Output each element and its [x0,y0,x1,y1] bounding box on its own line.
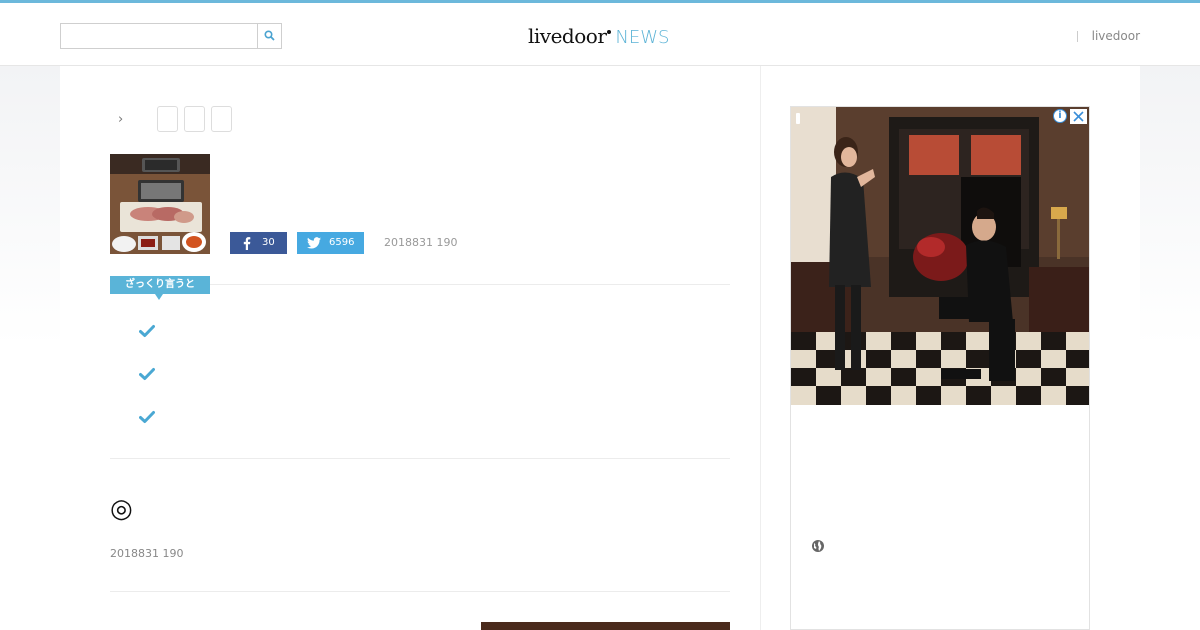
site-logo[interactable]: livedoor NEWS [528,24,669,50]
search-input[interactable] [61,24,257,48]
double-circle-symbol: ◎ [110,494,133,524]
summary-label-tail [155,294,163,300]
chevron-right-icon[interactable]: › [118,112,123,127]
check-icon [139,411,155,423]
top-header: livedoor NEWS livedoor [0,0,1200,66]
divider [110,591,730,592]
ad-image[interactable] [791,107,1089,405]
search-icon [264,30,275,41]
article-thumbnail[interactable] [110,154,210,254]
tweet-count: 6596 [329,237,355,248]
logo-news: NEWS [615,27,670,48]
like-count: 30 [262,237,275,248]
share-button[interactable] [157,106,178,132]
main-column [60,66,760,630]
logo-dot [607,30,612,34]
publish-date: 2018831 190 [384,236,458,249]
facebook-icon [243,237,251,250]
ad-marker [796,113,800,124]
divider [110,458,730,459]
check-icon [139,325,155,337]
related-article-thumbnail[interactable] [481,622,730,630]
summary-label-text: ざっくり言うと [125,279,195,290]
close-icon[interactable] [1070,109,1087,124]
share-button[interactable] [184,106,205,132]
facebook-like-button[interactable]: 30 [230,232,287,254]
globe-icon[interactable] [811,539,825,553]
twitter-icon [307,237,321,249]
info-icon[interactable]: i [1053,109,1067,123]
summary-label: ざっくり言うと [110,276,210,300]
logo-word: livedoor [528,24,607,48]
search-box [60,23,282,49]
search-button[interactable] [257,24,281,48]
share-button[interactable] [211,106,232,132]
header-divider [1077,31,1078,42]
check-icon [139,368,155,380]
article-date: 2018831 190 [110,547,184,560]
livedoor-link[interactable]: livedoor [1092,29,1140,43]
advertisement[interactable]: i [790,106,1090,630]
tweet-button[interactable]: 6596 [297,232,364,254]
